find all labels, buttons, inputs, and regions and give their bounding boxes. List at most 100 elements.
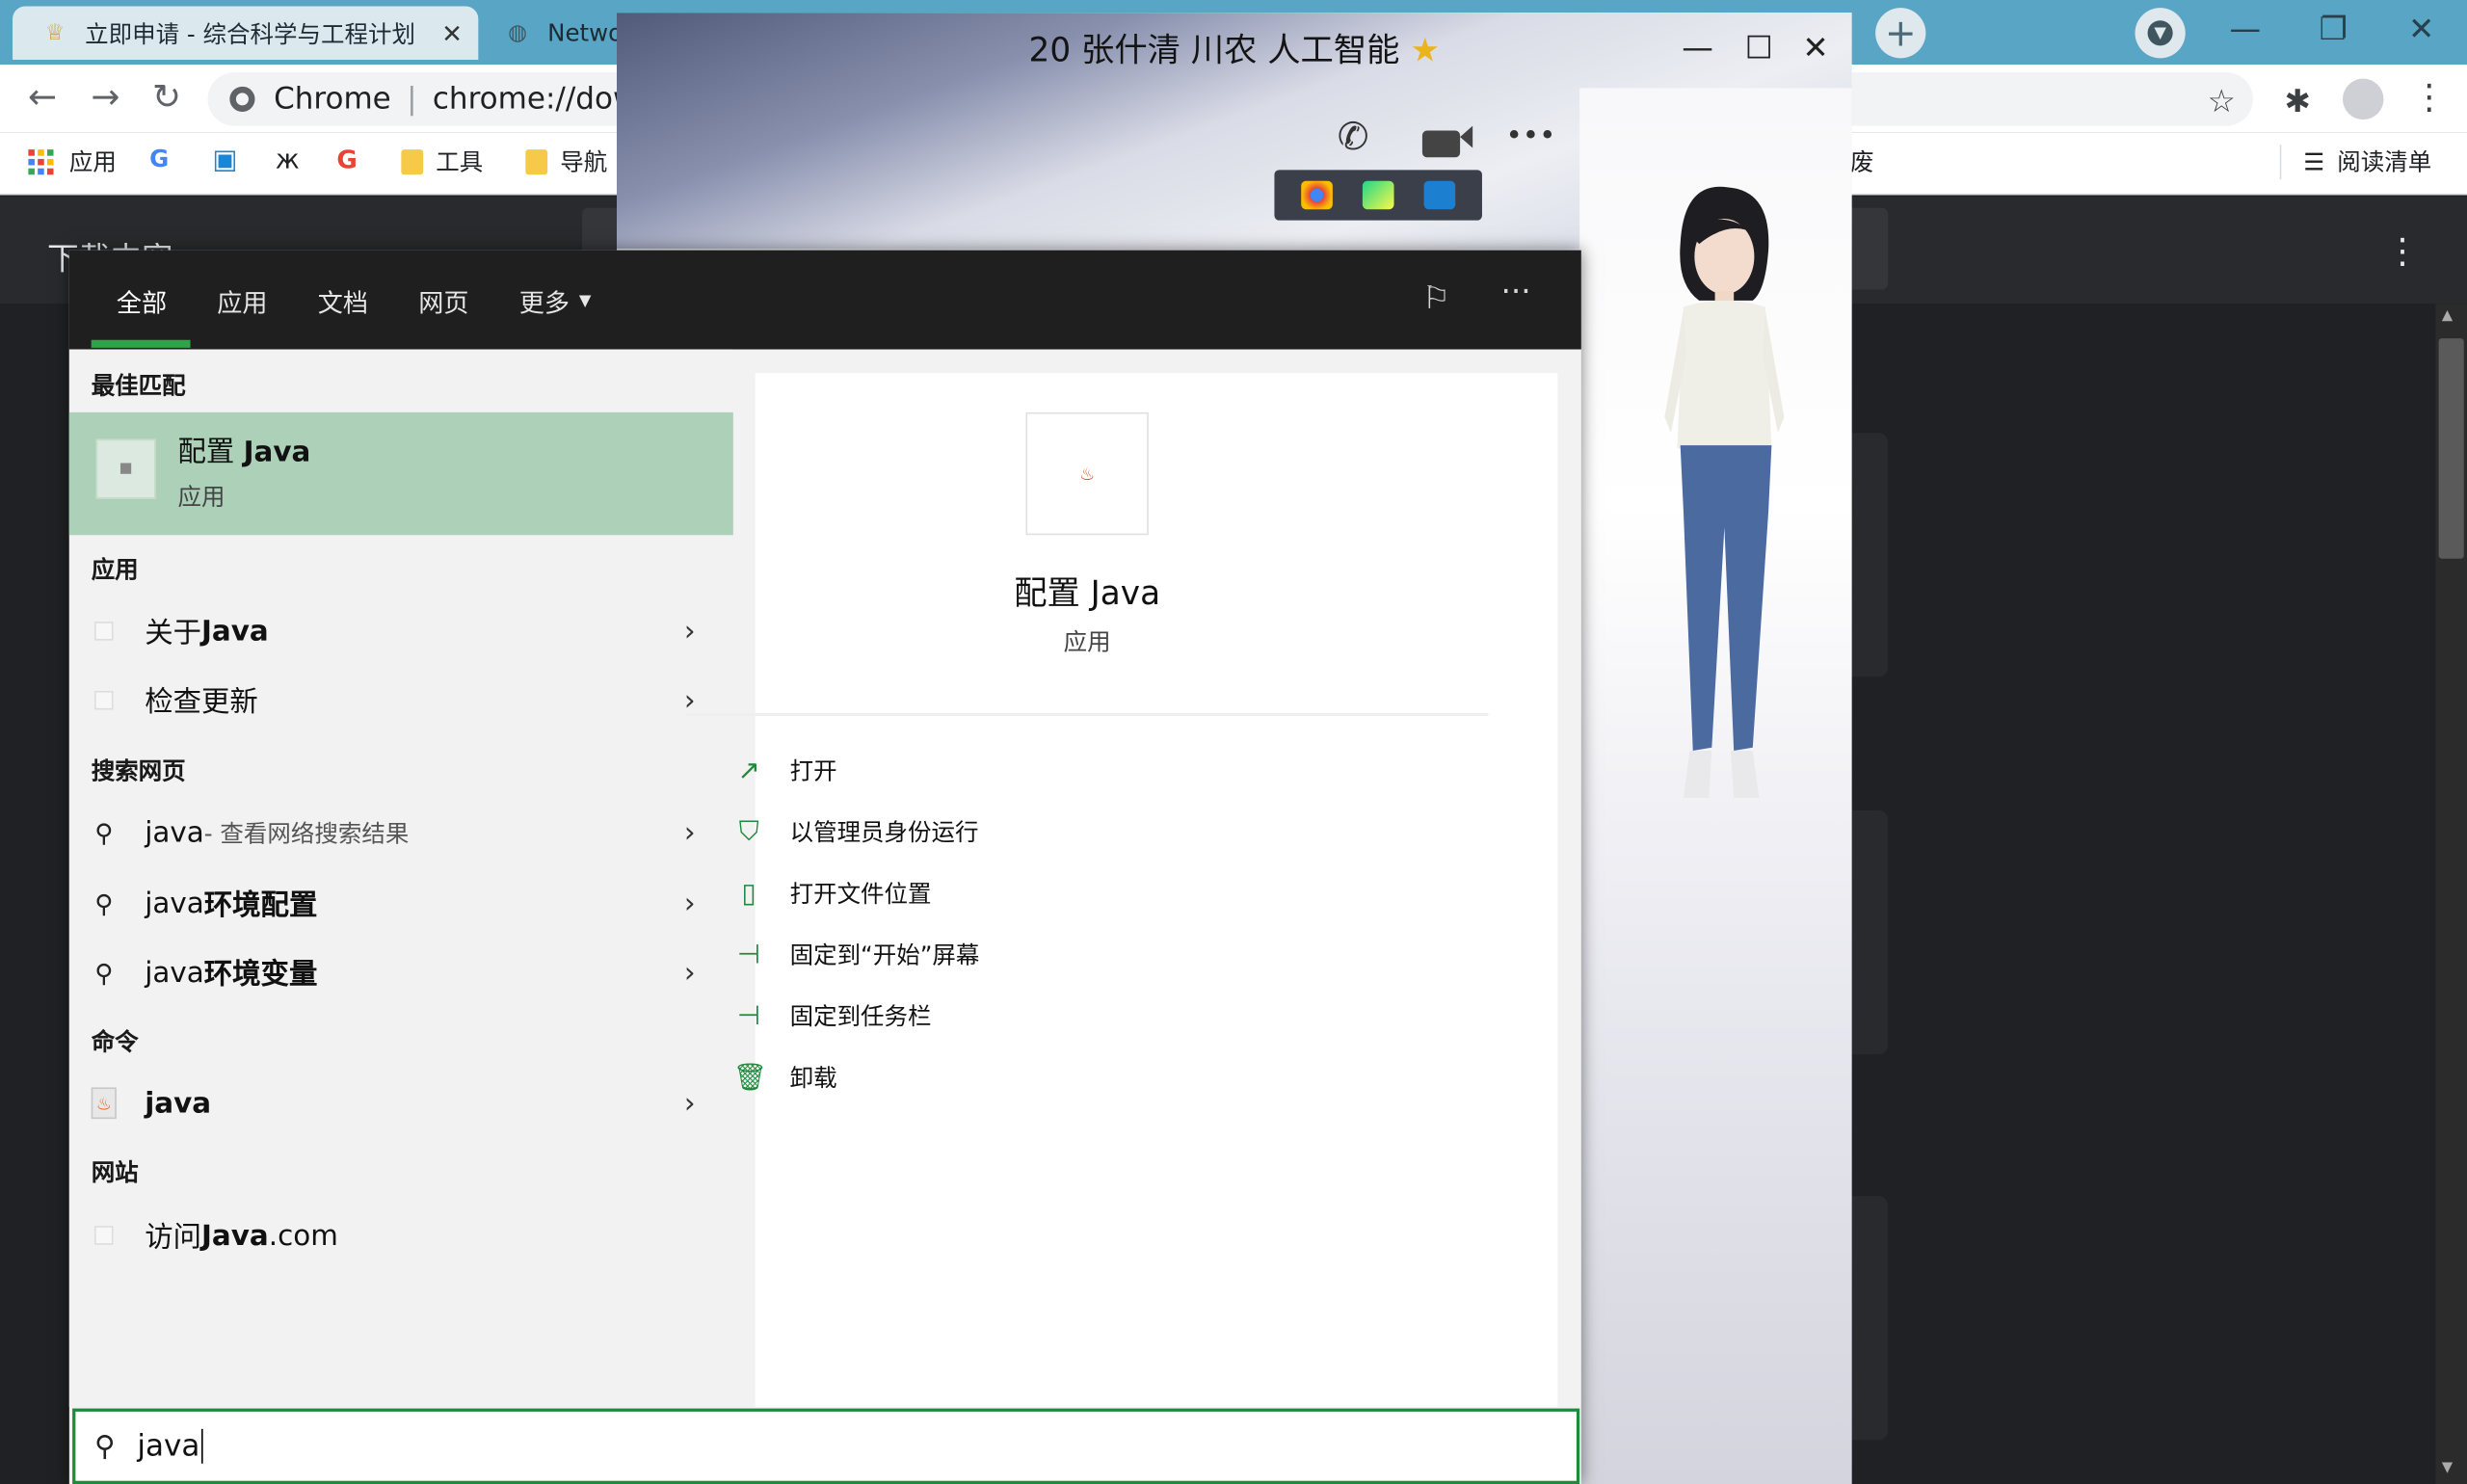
tab-title: 立即申请 - 综合科学与工程计划 [85, 19, 415, 48]
chat-maximize-button[interactable]: ☐ [1731, 28, 1788, 66]
action-uninstall[interactable]: 🗑 卸载 [733, 1061, 837, 1094]
active-tab-indicator [91, 339, 191, 348]
best-match-name: 配置 Java [177, 436, 311, 469]
chevron-right-icon[interactable]: › [684, 684, 696, 717]
java-config-icon: ■ [95, 438, 156, 499]
feedback-icon[interactable]: ⚐ [1422, 278, 1450, 316]
result-check-update[interactable]: 检查更新 › [69, 666, 733, 735]
result-web-java-env-config[interactable]: ⚲ java 环境配置 › [69, 868, 733, 938]
result-about-java[interactable]: 关于 Java › [69, 596, 733, 666]
best-match-item[interactable] [68, 411, 733, 536]
action-open-file-location[interactable]: ▯ 打开文件位置 [733, 877, 931, 910]
browser-restore-button[interactable]: ❐ [2297, 10, 2370, 47]
site-label: Chrome [274, 81, 391, 117]
extensions-icon[interactable]: ✱ [2285, 82, 2311, 119]
folder-location-icon: ▯ [741, 877, 756, 910]
detail-title: 配置 Java [1014, 574, 1161, 613]
profile-avatar[interactable] [2343, 78, 2384, 120]
butterfly-icon[interactable]: ж [276, 145, 300, 176]
chat-minimize-button[interactable]: — [1669, 28, 1726, 66]
tab-search-button[interactable]: ▼ [2135, 8, 2186, 59]
section-apps: 应用 [91, 555, 139, 584]
section-best-match: 最佳匹配 [91, 371, 186, 400]
chrome-app-icon[interactable] [1301, 180, 1334, 210]
browser-tab-active[interactable]: ♕ 立即申请 - 综合科学与工程计划 ✕ [13, 6, 479, 61]
new-tab-button[interactable]: + [1875, 8, 1926, 59]
tab-documents[interactable]: 文档 [318, 281, 368, 319]
bookmark-label: 工具 [436, 147, 484, 176]
section-web: 搜索网页 [91, 756, 186, 785]
vscode-icon[interactable] [1422, 180, 1455, 210]
reload-button[interactable]: ↻ [146, 79, 187, 119]
reading-list-icon: ☰ [2303, 146, 2325, 176]
more-options-icon[interactable]: ··· [1501, 273, 1531, 310]
chevron-down-icon: ▼ [2147, 20, 2173, 46]
chevron-down-icon: ▼ [578, 291, 592, 309]
pin-icon: ⊣ [737, 999, 761, 1032]
chevron-right-icon[interactable]: › [684, 1087, 696, 1120]
detail-type: 应用 [1063, 627, 1111, 656]
section-websites: 网站 [91, 1157, 139, 1187]
action-run-as-admin[interactable]: ⛉ 以管理员身份运行 [733, 815, 979, 848]
search-input[interactable]: ⚲ java [72, 1408, 1580, 1484]
scrollbar-thumb[interactable] [2438, 338, 2464, 559]
folder-icon [525, 148, 548, 174]
action-pin-to-taskbar[interactable]: ⊣ 固定到任务栏 [733, 999, 932, 1032]
star-icon: ★ [1410, 31, 1441, 69]
scroll-down-icon[interactable]: ▼ [2442, 1460, 2453, 1475]
result-command-java[interactable]: ♨ java › [69, 1069, 733, 1138]
tab-apps[interactable]: 应用 [217, 281, 267, 319]
chat-close-button[interactable]: ✕ [1788, 28, 1844, 66]
result-visit-java-com[interactable]: 访问 Java .com [69, 1201, 733, 1270]
globe-icon: ◍ [508, 20, 528, 46]
bookmark-star-icon[interactable]: ☆ [2208, 82, 2236, 119]
reading-list-button[interactable]: ☰ 阅读清单 [2303, 145, 2431, 177]
text-cursor [200, 1428, 203, 1464]
search-icon: ⚲ [94, 888, 114, 918]
section-commands: 命令 [91, 1027, 139, 1056]
search-filter-tabs [68, 250, 1581, 350]
result-web-java-env-var[interactable]: ⚲ java 环境变量 › [69, 938, 733, 1007]
chat-title: 20 张什清 川农 人工智能 ★ [617, 25, 1852, 72]
bookmark-label: 导航 [560, 147, 608, 176]
tab-web[interactable]: 网页 [418, 281, 468, 319]
bookmark-folder-nav[interactable]: 导航 [525, 145, 607, 177]
more-icon[interactable]: ••• [1505, 119, 1555, 152]
bilibili-icon[interactable]: ▣ [212, 145, 237, 176]
video-call-icon[interactable] [1421, 122, 1473, 167]
tab-more-label: 更多 [518, 287, 570, 318]
tab-all[interactable]: 全部 [117, 281, 167, 319]
reading-list-label: 阅读清单 [2337, 147, 2432, 176]
translate-icon[interactable]: G [149, 145, 169, 172]
app-icon [92, 688, 117, 713]
result-web-java[interactable]: ⚲ java - 查看网络搜索结果 › [69, 798, 733, 867]
chevron-right-icon[interactable]: › [684, 956, 696, 989]
browser-minimize-button[interactable]: — [2209, 10, 2281, 47]
tab-more[interactable]: 更多 ▼ [519, 281, 592, 319]
tab-close-icon[interactable]: ✕ [441, 18, 463, 48]
website-icon [92, 1223, 117, 1248]
best-match-type: 应用 [177, 483, 225, 512]
bookmark-apps[interactable]: 应用 [28, 145, 117, 177]
back-button[interactable]: ← [22, 79, 63, 119]
pycharm-icon[interactable] [1362, 180, 1394, 210]
menu-kebab-icon[interactable]: ⋮ [2412, 79, 2447, 119]
chevron-right-icon[interactable]: › [684, 887, 696, 919]
chevron-right-icon[interactable]: › [684, 816, 696, 849]
action-pin-to-start[interactable]: ⊣ 固定到“开始”屏幕 [733, 938, 979, 970]
phone-icon[interactable]: ✆ [1338, 115, 1369, 159]
downloads-menu-icon[interactable]: ⋮ [2385, 233, 2420, 273]
bookmark-folder-tools[interactable]: 工具 [401, 145, 483, 177]
search-icon: ⚲ [94, 817, 114, 848]
apps-grid-icon [28, 148, 54, 174]
scroll-up-icon[interactable]: ▲ [2442, 308, 2453, 324]
search-icon: ⚲ [93, 1429, 116, 1463]
bookmark-partial[interactable]: 废 [1850, 145, 1874, 177]
pin-icon: ⊣ [737, 939, 761, 970]
google-icon[interactable]: G [336, 145, 357, 174]
forward-button[interactable]: → [85, 79, 125, 119]
browser-close-button[interactable]: ✕ [2385, 10, 2457, 47]
start-search-panel: 全部 应用 文档 网页 更多 ▼ ⚐ ··· 最佳匹配 ■ 配置 Java 应用… [68, 250, 1581, 1484]
site-favicon: ♕ [44, 20, 66, 46]
action-open[interactable]: ↗ 打开 [733, 754, 837, 786]
